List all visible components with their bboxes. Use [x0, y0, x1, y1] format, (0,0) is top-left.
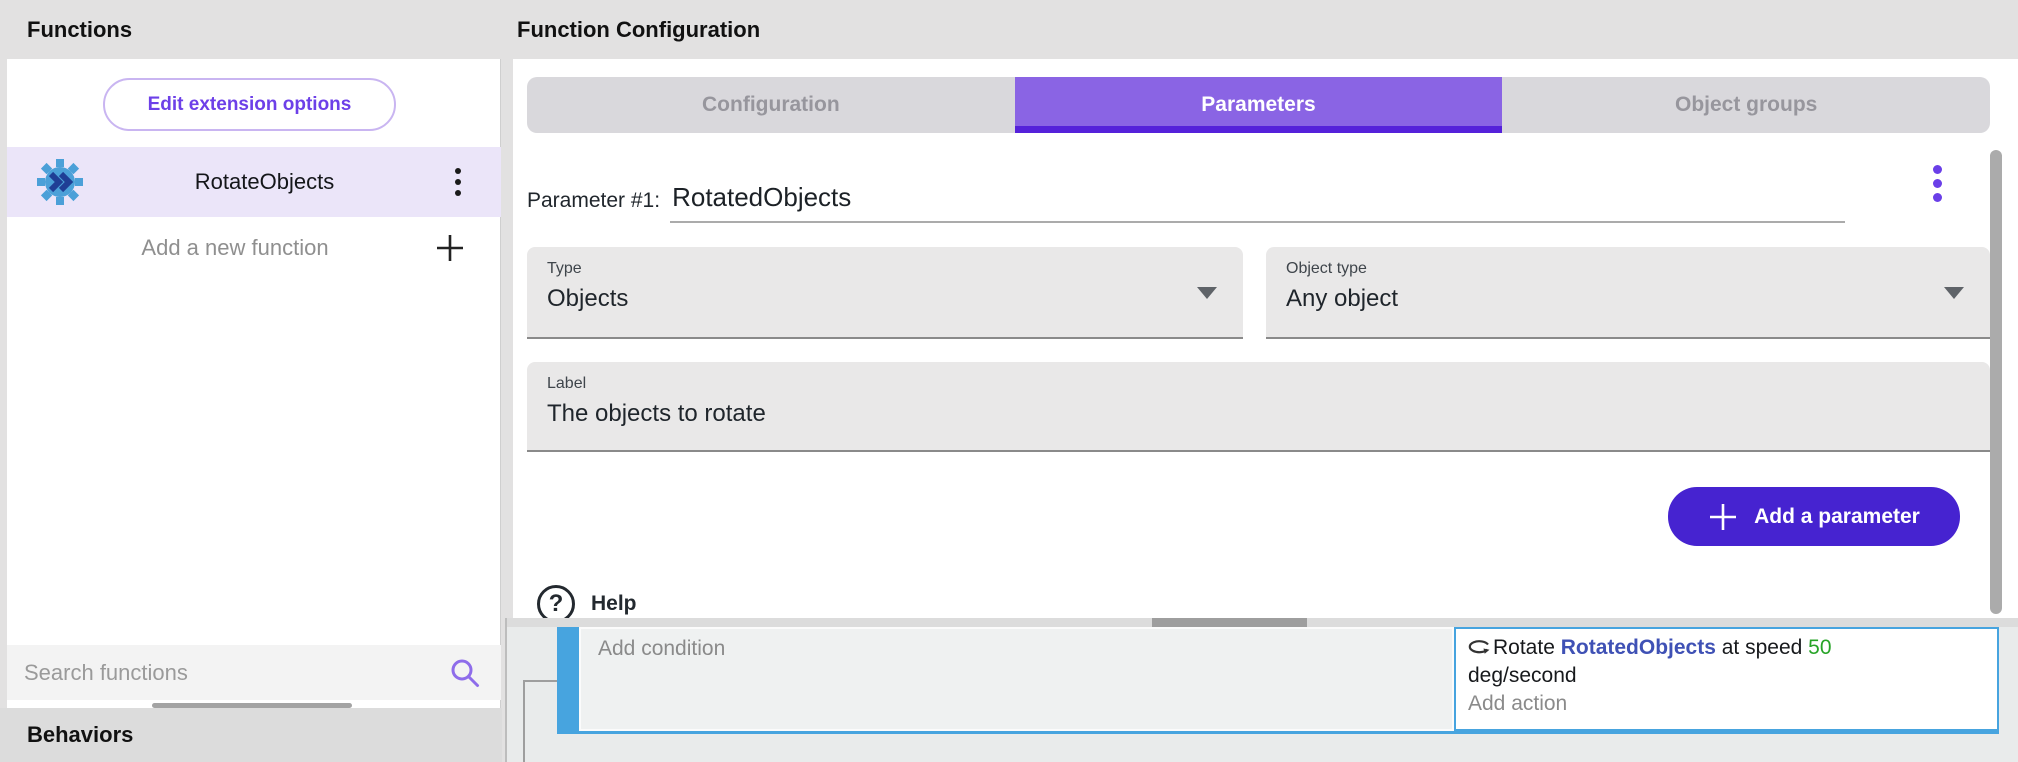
- rotate-action-unit[interactable]: deg/second: [1468, 662, 1985, 690]
- chevron-down-icon: [1197, 287, 1217, 299]
- search-functions-bar: [7, 645, 501, 700]
- behaviors-section-header[interactable]: Behaviors: [0, 708, 502, 762]
- chevron-down-icon: [1944, 287, 1964, 299]
- add-condition-label: Add condition: [598, 637, 725, 660]
- action-speed-value: 50: [1808, 636, 1831, 659]
- parameter-name-row: Parameter #1:: [527, 163, 1927, 223]
- search-functions-input[interactable]: [7, 660, 449, 686]
- function-more-options-icon[interactable]: [445, 162, 471, 202]
- add-new-function-row[interactable]: Add a new function: [7, 217, 501, 279]
- event-row[interactable]: Add condition Rotate RotatedObjects at s…: [557, 627, 1999, 734]
- event-drag-handle[interactable]: [557, 627, 579, 731]
- action-text-suffix: deg/second: [1468, 664, 1577, 687]
- add-condition-cell[interactable]: Add condition: [579, 627, 1454, 731]
- parameter-type-select[interactable]: Type Objects: [527, 247, 1243, 339]
- parameter-number-label: Parameter #1:: [527, 189, 660, 223]
- action-object-reference: RotatedObjects: [1561, 636, 1716, 659]
- dialog-scrollbar-thumb[interactable]: [1990, 150, 2002, 614]
- plus-icon: [435, 233, 465, 263]
- top-header-strip: Functions Function Configuration: [0, 0, 2018, 59]
- behaviors-label: Behaviors: [27, 722, 133, 748]
- functions-sidebar: Edit extension options RotateObjects Add…: [7, 59, 501, 762]
- help-icon: [537, 585, 575, 619]
- add-parameter-label: Add a parameter: [1754, 505, 1920, 529]
- search-icon[interactable]: [449, 657, 481, 689]
- add-parameter-button[interactable]: Add a parameter: [1668, 487, 1960, 546]
- tab-object-groups[interactable]: Object groups: [1502, 77, 1990, 133]
- type-select-label: Type: [547, 260, 1223, 278]
- function-name-label: RotateObjects: [84, 169, 445, 195]
- events-scrollbar-thumb[interactable]: [1152, 618, 1307, 627]
- tab-configuration[interactable]: Configuration: [527, 77, 1015, 133]
- plus-icon: [1708, 502, 1738, 532]
- events-scrollbar-track[interactable]: [507, 618, 2018, 627]
- function-configuration-panel: Configuration Parameters Object groups P…: [513, 59, 2018, 619]
- function-list-item-rotateobjects[interactable]: RotateObjects: [7, 147, 501, 217]
- rotate-action[interactable]: Rotate RotatedObjects at speed 50: [1468, 634, 1985, 662]
- function-configuration-title: Function Configuration: [517, 17, 760, 43]
- object-type-select[interactable]: Object type Any object: [1266, 247, 1990, 339]
- label-field-value: The objects to rotate: [547, 400, 1970, 428]
- add-new-function-label: Add a new function: [7, 235, 435, 261]
- action-text-prefix: Rotate: [1493, 636, 1561, 659]
- subevent-connector-line: [523, 680, 525, 762]
- action-cell: Rotate RotatedObjects at speed 50 deg/se…: [1454, 627, 1999, 731]
- object-type-select-label: Object type: [1286, 260, 1970, 278]
- object-type-select-value: Any object: [1286, 285, 1970, 313]
- rotate-icon: [1468, 639, 1492, 656]
- tab-parameters[interactable]: Parameters: [1015, 77, 1503, 133]
- parameter-label-field[interactable]: Label The objects to rotate: [527, 362, 1990, 452]
- action-text-middle: at speed: [1716, 636, 1808, 659]
- help-section[interactable]: Help: [537, 585, 637, 619]
- function-gear-icon: [36, 158, 84, 206]
- configuration-tab-bar: Configuration Parameters Object groups: [527, 77, 1990, 133]
- subevent-connector-line: [523, 680, 557, 682]
- help-label: Help: [591, 592, 637, 616]
- label-field-label: Label: [547, 375, 1970, 393]
- type-select-value: Objects: [547, 285, 1223, 313]
- events-sheet: Add condition Rotate RotatedObjects at s…: [505, 618, 2018, 762]
- parameter-more-options-icon[interactable]: [1923, 159, 1952, 208]
- functions-panel-title: Functions: [27, 17, 132, 43]
- parameter-name-input[interactable]: [670, 182, 1845, 223]
- add-action-link[interactable]: Add action: [1468, 690, 1985, 718]
- edit-extension-options-button[interactable]: Edit extension options: [103, 78, 396, 131]
